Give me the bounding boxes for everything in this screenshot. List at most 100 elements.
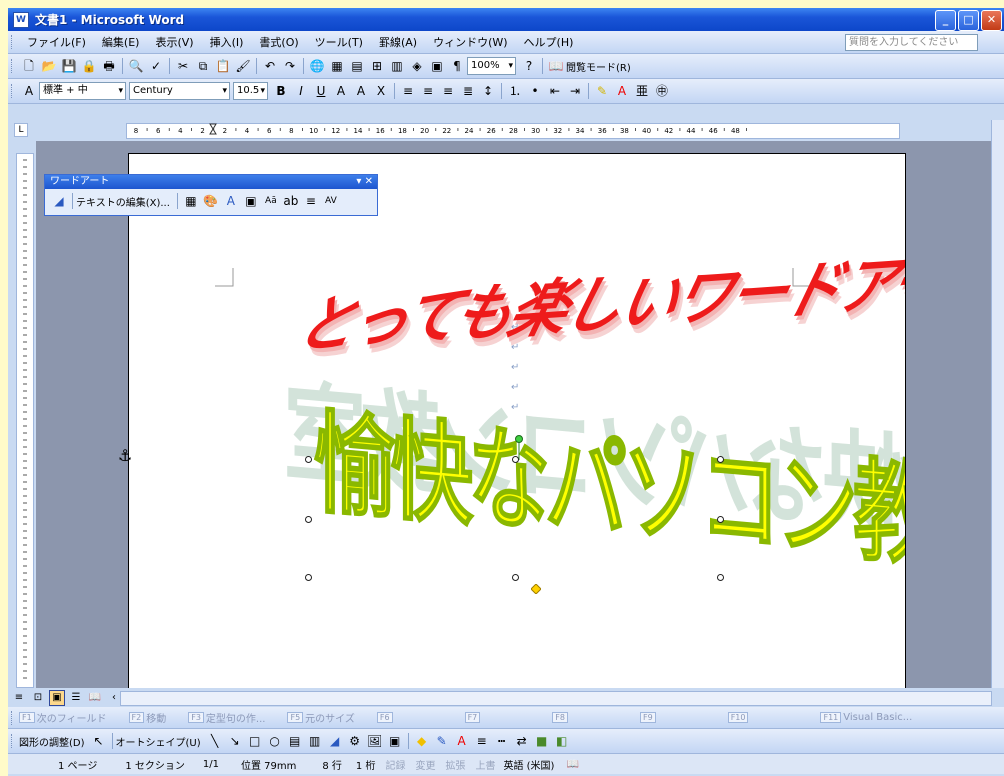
status-trk[interactable]: 変更 (415, 757, 435, 772)
resize-handle-right[interactable] (717, 516, 724, 523)
paste-icon[interactable]: 📋 (215, 58, 231, 74)
resize-handle-top[interactable] (512, 456, 519, 463)
web-view-button[interactable]: ⊡ (30, 690, 46, 706)
document-page[interactable]: とっても楽しいワードアート ↵ ↵ ↵ ↵ ↵ 愉快なパソコン教室 愉快なパソコ… (128, 153, 906, 695)
resize-handle-bottom-left[interactable] (305, 574, 312, 581)
wordart-shape-icon[interactable]: A (223, 193, 239, 209)
arrow-icon[interactable]: ↘ (227, 733, 243, 749)
help-search-input[interactable]: 質問を入力してください (845, 34, 978, 51)
fkey-f2[interactable]: F2 移動 (128, 710, 166, 725)
format-wordart-icon[interactable]: 🎨 (203, 193, 219, 209)
same-letter-heights-icon[interactable]: Aā (263, 193, 279, 209)
rectangle-icon[interactable]: □ (247, 733, 263, 749)
format-painter-icon[interactable]: 🖌 (235, 58, 251, 74)
line-icon[interactable]: ╲ (207, 733, 223, 749)
arrow-style-icon[interactable]: ⇄ (514, 733, 530, 749)
undo-icon[interactable]: ↶ (262, 58, 278, 74)
bullets-icon[interactable]: • (527, 83, 543, 99)
status-ovr[interactable]: 上書 (475, 757, 495, 772)
3d-icon[interactable]: ◧ (554, 733, 570, 749)
menu-help[interactable]: ヘルプ(H) (516, 34, 582, 50)
shadow-icon[interactable]: ■ (534, 733, 550, 749)
help-icon[interactable]: ? (521, 58, 537, 74)
word-app-icon[interactable]: W (13, 11, 29, 28)
toolbar-grip[interactable] (11, 710, 15, 725)
permission-icon[interactable]: 🔒 (81, 58, 97, 74)
toolbar-grip[interactable] (11, 84, 15, 98)
highlight-icon[interactable]: ✎ (594, 83, 610, 99)
select-objects-icon[interactable]: ↖ (91, 733, 107, 749)
status-rec[interactable]: 記録 (385, 757, 405, 772)
hyperlink-icon[interactable]: 🌐 (309, 58, 325, 74)
menu-table[interactable]: 罫線(A) (371, 34, 425, 50)
align-center-icon[interactable]: ≡ (420, 83, 436, 99)
alignment-icon[interactable]: ≡ (303, 193, 319, 209)
picture-icon[interactable]: ▣ (387, 733, 403, 749)
spelling-status-icon[interactable]: 📖 (566, 759, 578, 770)
edit-text-button[interactable]: テキストの編集(X)... (76, 194, 170, 209)
fkey-f5[interactable]: F5 元のサイズ (287, 710, 355, 725)
tables-borders-icon[interactable]: ▦ (329, 58, 345, 74)
maximize-button[interactable]: □ (958, 10, 979, 31)
font-size-combo[interactable]: 10.5 (233, 82, 268, 100)
reading-mode-icon[interactable]: 📖 (548, 58, 564, 74)
text-wrapping-icon[interactable]: ▣ (243, 193, 259, 209)
toolbar-close-icon[interactable]: ▾ ✕ (356, 175, 373, 189)
fkey-f3[interactable]: F3 定型句の作... (188, 710, 265, 725)
vertical-scrollbar[interactable] (991, 120, 1004, 688)
show-hide-icon[interactable]: ¶ (449, 58, 465, 74)
spelling-icon[interactable]: ✓ (148, 58, 164, 74)
menu-format[interactable]: 書式(O) (251, 34, 306, 50)
line-spacing-icon[interactable]: ↕ (480, 83, 496, 99)
font-color-icon[interactable]: A (454, 733, 470, 749)
align-right-icon[interactable]: ≡ (440, 83, 456, 99)
insert-wordart-icon[interactable]: ◢ (51, 193, 67, 209)
dash-style-icon[interactable]: ┅ (494, 733, 510, 749)
vertical-ruler[interactable] (16, 153, 34, 688)
minimize-button[interactable]: _ (935, 10, 956, 31)
resize-handle-top-left[interactable] (305, 456, 312, 463)
draw-adjust-menu[interactable]: 図形の調整(D) (19, 734, 85, 749)
textbox-icon[interactable]: ▤ (287, 733, 303, 749)
resize-handle-bottom[interactable] (512, 574, 519, 581)
underline-icon[interactable]: U (313, 83, 329, 99)
excel-icon[interactable]: ⊞ (369, 58, 385, 74)
document-map-icon[interactable]: ▣ (429, 58, 445, 74)
print-layout-button[interactable]: ▣ (49, 689, 65, 706)
anchor-icon[interactable]: ⚓ (118, 446, 132, 465)
italic-icon[interactable]: I (293, 83, 309, 99)
new-document-icon[interactable]: 🗋 (21, 58, 37, 74)
toolbar-grip[interactable] (11, 59, 15, 73)
wordart-gallery-icon[interactable]: ▦ (183, 193, 199, 209)
decrease-indent-icon[interactable]: ⇤ (547, 83, 563, 99)
fkey-f8[interactable]: F8 (552, 712, 570, 723)
resize-handle-top-right[interactable] (717, 456, 724, 463)
reading-mode-button[interactable]: 閲覧モード(R) (566, 59, 631, 74)
menu-file[interactable]: ファイル(F) (19, 34, 94, 50)
horizontal-ruler[interactable]: L 8 6 4 2 2 4 6 8 10 12 14 16 18 20 22 24 26 28 30 32 34 36 38… (8, 120, 1004, 141)
open-icon[interactable]: 📂 (41, 58, 57, 74)
menu-window[interactable]: ウィンドウ(W) (425, 34, 515, 50)
line-color-icon[interactable]: ✎ (434, 733, 450, 749)
outline-view-button[interactable]: ☰ (68, 690, 84, 706)
indent-marker[interactable] (209, 123, 217, 135)
fkey-f7[interactable]: F7 (464, 712, 483, 723)
fkey-f9[interactable]: F9 (639, 712, 658, 723)
columns-icon[interactable]: ▥ (389, 58, 405, 74)
toolbar-grip[interactable] (11, 734, 15, 748)
distributed-icon[interactable]: ≣ (460, 83, 476, 99)
reading-view-button[interactable]: 📖 (87, 690, 103, 706)
fkey-f11[interactable]: F11 Visual Basic... (820, 712, 912, 723)
oval-icon[interactable]: ○ (267, 733, 283, 749)
autoshapes-menu[interactable]: オートシェイプ(U) (116, 734, 201, 749)
copy-icon[interactable]: ⧉ (195, 58, 211, 74)
style-combo[interactable]: 標準 + 中 (39, 82, 126, 100)
zoom-combo[interactable]: 100% (467, 57, 516, 75)
print-icon[interactable]: 🖶 (101, 58, 117, 74)
menu-insert[interactable]: 挿入(I) (202, 34, 252, 50)
status-ext[interactable]: 拡張 (445, 757, 465, 772)
fkey-f6[interactable]: F6 (376, 712, 395, 723)
line-style-icon[interactable]: ≡ (474, 733, 490, 749)
adjust-handle[interactable] (531, 584, 541, 594)
toolbar-grip[interactable] (11, 35, 15, 49)
